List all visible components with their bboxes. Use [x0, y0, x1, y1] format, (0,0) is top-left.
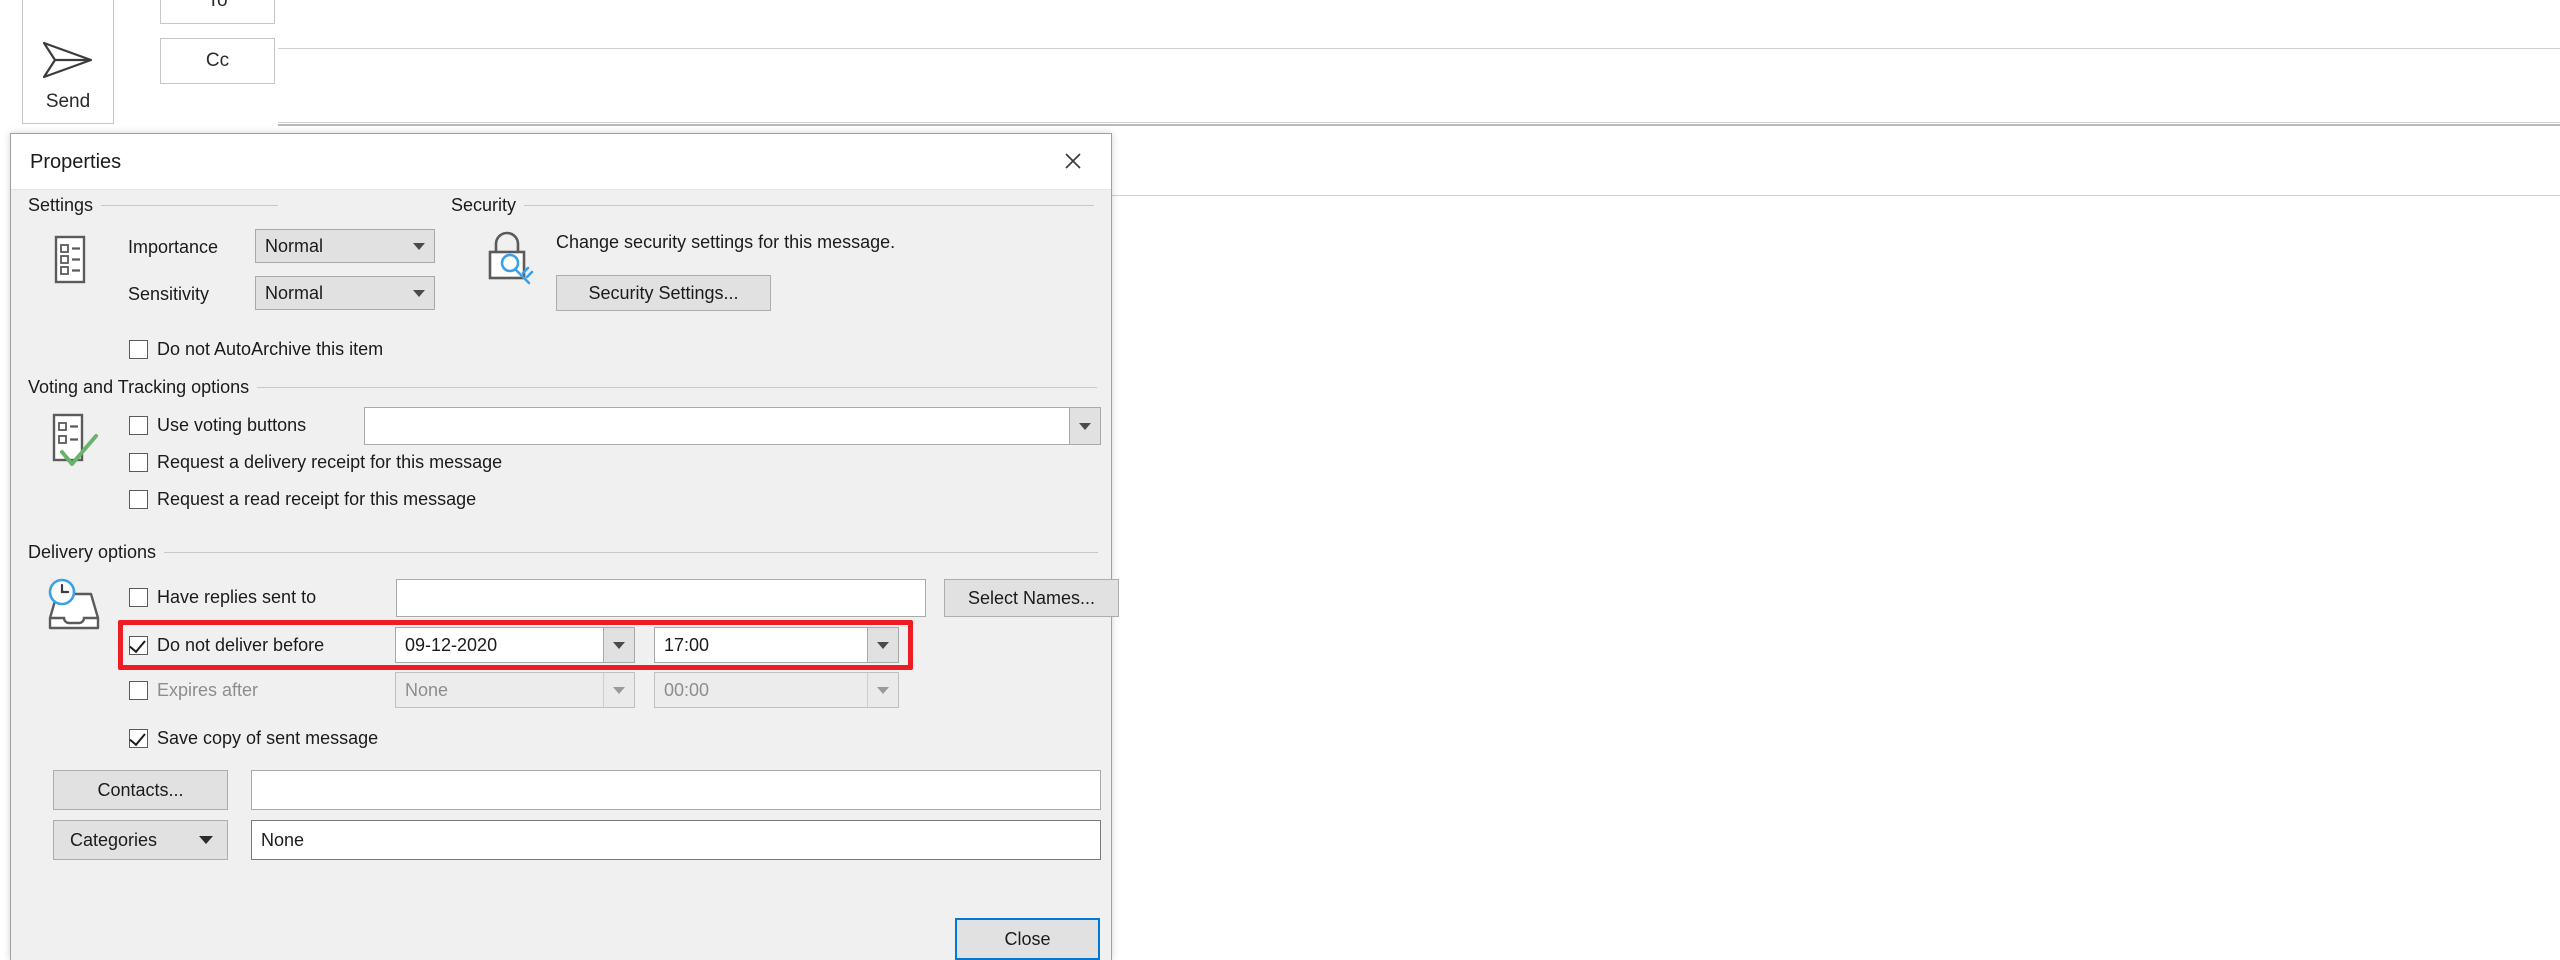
contacts-button[interactable]: Contacts...: [53, 770, 228, 810]
deliver-before-date-value: 09-12-2020: [405, 634, 498, 655]
chevron-down-icon: [1069, 408, 1100, 444]
select-names-button[interactable]: Select Names...: [944, 579, 1119, 617]
to-button-label: To: [207, 0, 228, 11]
have-replies-sent-to-input[interactable]: [396, 579, 926, 617]
contacts-button-label: Contacts...: [97, 779, 184, 800]
to-field-underline: [278, 48, 2560, 49]
chevron-down-icon: [867, 673, 898, 707]
chevron-down-icon: [603, 673, 634, 707]
delivery-group-label: Delivery options: [28, 542, 157, 562]
expires-after-time-select[interactable]: 00:00: [654, 672, 899, 708]
use-voting-buttons-label[interactable]: Use voting buttons: [157, 415, 306, 436]
security-group-header: Security: [451, 195, 1111, 216]
expires-after-checkbox[interactable]: [129, 681, 148, 700]
do-not-deliver-before-checkbox[interactable]: [129, 636, 148, 655]
settings-group-label: Settings: [28, 195, 94, 215]
cc-field-underline-shadow: [278, 124, 2560, 126]
voting-rule: [257, 387, 1098, 388]
contacts-input[interactable]: [251, 770, 1101, 810]
categories-button[interactable]: Categories: [53, 820, 228, 860]
chevron-down-icon: [404, 230, 434, 262]
security-settings-button[interactable]: Security Settings...: [556, 275, 771, 311]
paper-plane-icon: [41, 37, 95, 83]
voting-checklist-icon: [47, 412, 105, 479]
settings-group-header: Settings: [28, 195, 278, 216]
save-copy-label[interactable]: Save copy of sent message: [157, 728, 378, 749]
expires-after-date-value: None: [405, 679, 449, 700]
expires-after-time-value: 00:00: [664, 679, 710, 700]
do-not-autoarchive-label[interactable]: Do not AutoArchive this item: [157, 339, 383, 360]
dialog-title: Properties: [30, 151, 122, 173]
categories-button-label: Categories: [70, 829, 158, 850]
do-not-autoarchive-checkbox[interactable]: [129, 340, 148, 359]
do-not-deliver-before-label[interactable]: Do not deliver before: [157, 635, 324, 656]
chevron-down-icon: [867, 628, 898, 662]
cc-field-underline: [278, 122, 2560, 123]
lock-key-icon: [484, 230, 540, 293]
dialog-body: Settings Importance Normal Sensitivity N…: [11, 190, 1119, 960]
chevron-down-icon: [404, 277, 434, 309]
sensitivity-select[interactable]: Normal: [255, 276, 435, 310]
read-receipt-label[interactable]: Request a read receipt for this message: [157, 489, 476, 510]
chevron-down-icon: [199, 836, 213, 844]
outlook-compose-window: Send To Cc Properties Settings Importanc…: [0, 0, 2560, 960]
deliver-before-time-select[interactable]: 17:00: [654, 627, 899, 663]
properties-dialog: Properties Settings Importance Normal Se…: [10, 133, 1119, 960]
cc-button[interactable]: Cc: [160, 38, 275, 84]
send-button[interactable]: Send: [22, 0, 114, 124]
message-options-icon: [49, 234, 91, 291]
delivery-receipt-label[interactable]: Request a delivery receipt for this mess…: [157, 452, 502, 473]
expires-after-date-select[interactable]: None: [395, 672, 635, 708]
importance-value: Normal: [265, 235, 324, 256]
sensitivity-value: Normal: [265, 282, 324, 303]
delivery-receipt-checkbox[interactable]: [129, 453, 148, 472]
use-voting-buttons-checkbox[interactable]: [129, 416, 148, 435]
voting-buttons-select[interactable]: [364, 407, 1101, 445]
voting-group-header: Voting and Tracking options: [28, 377, 1098, 398]
delivery-group-header: Delivery options: [28, 542, 1098, 563]
categories-value: None: [261, 829, 305, 850]
send-button-label: Send: [45, 91, 91, 112]
sensitivity-label: Sensitivity: [128, 284, 210, 304]
delivery-rule: [164, 552, 1098, 553]
security-settings-button-label: Security Settings...: [588, 282, 739, 303]
have-replies-sent-to-checkbox[interactable]: [129, 588, 148, 607]
voting-group-label: Voting and Tracking options: [28, 377, 250, 397]
expires-after-label[interactable]: Expires after: [157, 680, 258, 701]
close-icon[interactable]: [1049, 140, 1097, 182]
categories-input[interactable]: None: [251, 820, 1101, 860]
to-button[interactable]: To: [160, 0, 275, 24]
cc-button-label: Cc: [205, 50, 230, 71]
security-description: Change security settings for this messag…: [556, 232, 896, 252]
read-receipt-checkbox[interactable]: [129, 490, 148, 509]
chevron-down-icon: [603, 628, 634, 662]
security-group-label: Security: [451, 195, 517, 215]
select-names-button-label: Select Names...: [967, 587, 1096, 608]
importance-select[interactable]: Normal: [255, 229, 435, 263]
have-replies-sent-to-label[interactable]: Have replies sent to: [157, 587, 316, 608]
importance-label: Importance: [128, 237, 219, 257]
dialog-titlebar: Properties: [11, 134, 1111, 190]
deliver-before-time-value: 17:00: [664, 634, 710, 655]
close-button-label: Close: [1004, 928, 1051, 949]
settings-rule: [101, 205, 278, 206]
close-button[interactable]: Close: [955, 918, 1100, 960]
deliver-before-date-select[interactable]: 09-12-2020: [395, 627, 635, 663]
security-rule: [524, 205, 1095, 206]
save-copy-checkbox[interactable]: [129, 729, 148, 748]
tray-clock-icon: [43, 578, 105, 649]
